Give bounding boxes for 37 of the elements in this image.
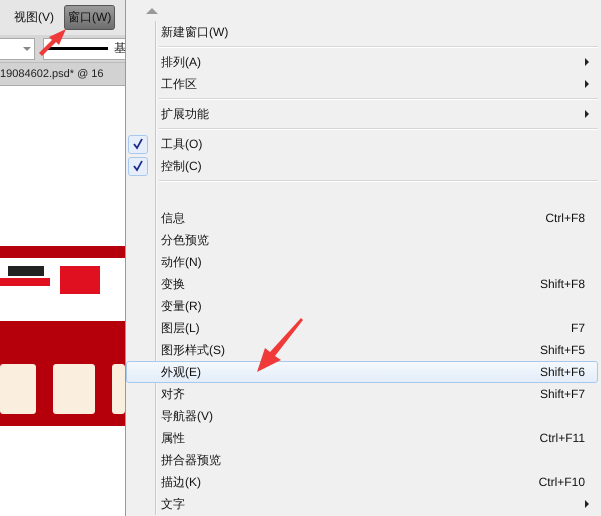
- menu-item[interactable]: 扩展功能: [126, 103, 598, 125]
- menu-item[interactable]: 拼合器预览: [126, 449, 598, 471]
- caret-icon: [23, 46, 31, 50]
- menu-item[interactable]: 变量(R): [126, 295, 598, 317]
- menu-item[interactable]: 对齐 Shift+F7: [126, 383, 598, 405]
- menu-item[interactable]: 动作(N): [126, 251, 598, 273]
- shortcut-text: Ctrl+F10: [538, 475, 585, 489]
- menu-item[interactable]: 新建窗口(W): [126, 21, 598, 43]
- menu-item[interactable]: 信息 Ctrl+F8: [126, 207, 598, 229]
- annotation-arrow: [38, 28, 68, 56]
- scroll-up-icon[interactable]: [146, 8, 158, 14]
- dropdown-field[interactable]: [0, 38, 35, 60]
- shortcut-text: Shift+F5: [540, 343, 585, 357]
- menu-bar-item[interactable]: 视图(V): [10, 5, 58, 30]
- stroke-line-icon: [48, 47, 108, 50]
- annotation-arrow: [255, 318, 305, 374]
- document-tab[interactable]: 19084602.psd* @ 16: [0, 62, 125, 86]
- menu-item[interactable]: 分色预览: [126, 229, 598, 251]
- menu-bar-item[interactable]: 窗口(W): [64, 5, 116, 30]
- menu-item[interactable]: 工作区: [126, 73, 598, 95]
- menu-item[interactable]: 文字: [126, 493, 598, 515]
- shortcut-text: F7: [570, 321, 585, 335]
- shortcut-text: Ctrl+F11: [540, 431, 585, 445]
- menu-item[interactable]: 排列(A): [126, 51, 598, 73]
- menu-item[interactable]: 图层(L) F7: [126, 317, 598, 339]
- shortcut-text: Shift+F7: [540, 387, 585, 401]
- menu-item[interactable]: 工具(O): [126, 133, 598, 155]
- shortcut-text: Ctrl+F8: [545, 211, 585, 225]
- menu-item[interactable]: 图形样式(S) Shift+F5: [126, 339, 598, 361]
- menu-item[interactable]: 导航器(V): [126, 405, 598, 427]
- shortcut-text: Shift+F8: [540, 277, 585, 291]
- menu-item[interactable]: 外观(E) Shift+F6: [126, 361, 598, 383]
- menu-item[interactable]: 控制(C): [126, 155, 598, 177]
- menu-item[interactable]: 描边(K) Ctrl+F10: [126, 471, 598, 493]
- menu-item[interactable]: 属性 Ctrl+F11: [126, 427, 598, 449]
- shortcut-text: Shift+F6: [540, 365, 585, 379]
- menu-item[interactable]: 变换 Shift+F8: [126, 273, 598, 295]
